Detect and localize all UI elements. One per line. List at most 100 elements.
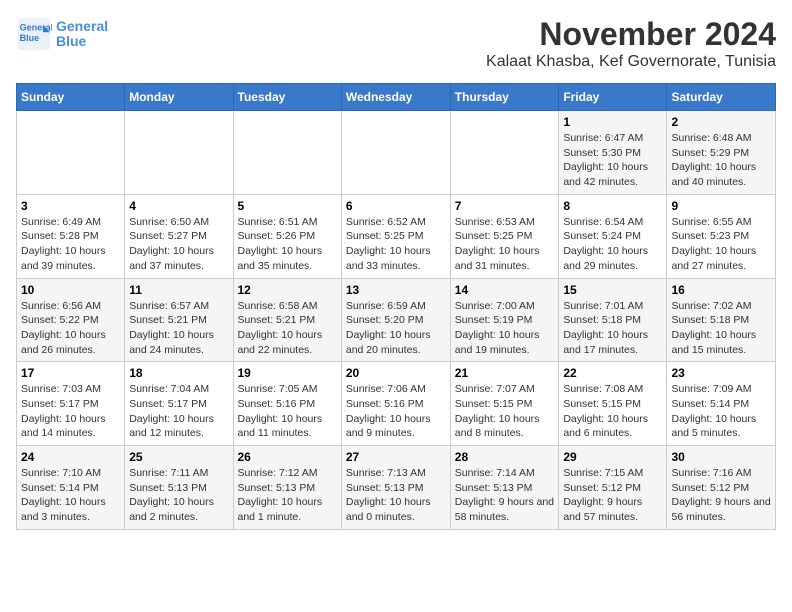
day-number: 3 — [21, 199, 120, 213]
calendar-cell: 2 Sunrise: 6:48 AM Sunset: 5:29 PM Daylig… — [667, 111, 776, 195]
day-info: Sunrise: 7:09 AM Sunset: 5:14 PM Dayligh… — [671, 382, 771, 441]
weekday-header-row: SundayMondayTuesdayWednesdayThursdayFrid… — [17, 84, 776, 111]
day-info: Sunrise: 7:01 AM Sunset: 5:18 PM Dayligh… — [563, 299, 662, 358]
day-info: Sunrise: 7:16 AM Sunset: 5:12 PM Dayligh… — [671, 466, 771, 525]
calendar-cell: 7 Sunrise: 6:53 AM Sunset: 5:25 PM Daylig… — [450, 194, 559, 278]
day-info: Sunrise: 6:47 AM Sunset: 5:30 PM Dayligh… — [563, 131, 662, 190]
calendar-cell: 12 Sunrise: 6:58 AM Sunset: 5:21 PM Dayli… — [233, 278, 341, 362]
calendar-cell: 14 Sunrise: 7:00 AM Sunset: 5:19 PM Dayli… — [450, 278, 559, 362]
day-number: 4 — [129, 199, 228, 213]
svg-text:Blue: Blue — [20, 33, 40, 43]
location-title: Kalaat Khasba, Kef Governorate, Tunisia — [486, 53, 776, 71]
calendar-cell: 6 Sunrise: 6:52 AM Sunset: 5:25 PM Daylig… — [341, 194, 450, 278]
day-info: Sunrise: 6:52 AM Sunset: 5:25 PM Dayligh… — [346, 215, 446, 274]
day-number: 9 — [671, 199, 771, 213]
day-info: Sunrise: 7:07 AM Sunset: 5:15 PM Dayligh… — [455, 382, 555, 441]
logo-text: General Blue — [56, 19, 108, 50]
weekday-header-friday: Friday — [559, 84, 667, 111]
day-number: 22 — [563, 366, 662, 380]
calendar-cell — [17, 111, 125, 195]
day-number: 24 — [21, 450, 120, 464]
calendar-cell: 30 Sunrise: 7:16 AM Sunset: 5:12 PM Dayli… — [667, 446, 776, 530]
calendar-cell: 1Sunrise: 6:47 AM Sunset: 5:30 PM Daylig… — [559, 111, 667, 195]
calendar-cell: 3 Sunrise: 6:49 AM Sunset: 5:28 PM Daylig… — [17, 194, 125, 278]
weekday-header-sunday: Sunday — [17, 84, 125, 111]
day-number: 17 — [21, 366, 120, 380]
header: General Blue General Blue November 2024 … — [16, 16, 776, 71]
weekday-header-tuesday: Tuesday — [233, 84, 341, 111]
day-info: Sunrise: 7:14 AM Sunset: 5:13 PM Dayligh… — [455, 466, 555, 525]
weekday-header-wednesday: Wednesday — [341, 84, 450, 111]
calendar-cell: 24 Sunrise: 7:10 AM Sunset: 5:14 PM Dayli… — [17, 446, 125, 530]
day-info: Sunrise: 6:58 AM Sunset: 5:21 PM Dayligh… — [238, 299, 337, 358]
day-info: Sunrise: 6:53 AM Sunset: 5:25 PM Dayligh… — [455, 215, 555, 274]
calendar-cell: 13Sunrise: 6:59 AM Sunset: 5:20 PM Dayli… — [341, 278, 450, 362]
title-area: November 2024 Kalaat Khasba, Kef Governo… — [486, 16, 776, 71]
day-number: 23 — [671, 366, 771, 380]
calendar-cell: 4 Sunrise: 6:50 AM Sunset: 5:27 PM Daylig… — [125, 194, 233, 278]
day-number: 2 — [671, 115, 771, 129]
day-number: 10 — [21, 283, 120, 297]
week-row-3: 10 Sunrise: 6:56 AM Sunset: 5:22 PM Dayli… — [17, 278, 776, 362]
day-number: 5 — [238, 199, 337, 213]
day-info: Sunrise: 7:06 AM Sunset: 5:16 PM Dayligh… — [346, 382, 446, 441]
day-number: 16 — [671, 283, 771, 297]
week-row-2: 3 Sunrise: 6:49 AM Sunset: 5:28 PM Daylig… — [17, 194, 776, 278]
day-number: 7 — [455, 199, 555, 213]
logo-icon: General Blue — [16, 16, 52, 52]
calendar-cell: 26Sunrise: 7:12 AM Sunset: 5:13 PM Dayli… — [233, 446, 341, 530]
calendar-cell: 28Sunrise: 7:14 AM Sunset: 5:13 PM Dayli… — [450, 446, 559, 530]
day-number: 26 — [238, 450, 337, 464]
logo: General Blue General Blue — [16, 16, 108, 52]
calendar-cell: 21 Sunrise: 7:07 AM Sunset: 5:15 PM Dayli… — [450, 362, 559, 446]
calendar-cell: 9 Sunrise: 6:55 AM Sunset: 5:23 PM Daylig… — [667, 194, 776, 278]
calendar-cell: 23 Sunrise: 7:09 AM Sunset: 5:14 PM Dayli… — [667, 362, 776, 446]
day-number: 15 — [563, 283, 662, 297]
weekday-header-thursday: Thursday — [450, 84, 559, 111]
day-info: Sunrise: 7:05 AM Sunset: 5:16 PM Dayligh… — [238, 382, 337, 441]
day-number: 12 — [238, 283, 337, 297]
calendar-cell: 27 Sunrise: 7:13 AM Sunset: 5:13 PM Dayli… — [341, 446, 450, 530]
day-info: Sunrise: 6:57 AM Sunset: 5:21 PM Dayligh… — [129, 299, 228, 358]
day-number: 11 — [129, 283, 228, 297]
day-number: 20 — [346, 366, 446, 380]
calendar-cell: 17Sunrise: 7:03 AM Sunset: 5:17 PM Dayli… — [17, 362, 125, 446]
calendar-cell: 22Sunrise: 7:08 AM Sunset: 5:15 PM Dayli… — [559, 362, 667, 446]
day-info: Sunrise: 6:49 AM Sunset: 5:28 PM Dayligh… — [21, 215, 120, 274]
calendar-cell: 15 Sunrise: 7:01 AM Sunset: 5:18 PM Dayli… — [559, 278, 667, 362]
day-number: 8 — [563, 199, 662, 213]
day-number: 27 — [346, 450, 446, 464]
calendar-cell: 20 Sunrise: 7:06 AM Sunset: 5:16 PM Dayli… — [341, 362, 450, 446]
day-number: 6 — [346, 199, 446, 213]
weekday-header-monday: Monday — [125, 84, 233, 111]
day-number: 25 — [129, 450, 228, 464]
day-info: Sunrise: 7:02 AM Sunset: 5:18 PM Dayligh… — [671, 299, 771, 358]
day-info: Sunrise: 6:50 AM Sunset: 5:27 PM Dayligh… — [129, 215, 228, 274]
calendar-table: SundayMondayTuesdayWednesdayThursdayFrid… — [16, 83, 776, 530]
calendar-cell: 25Sunrise: 7:11 AM Sunset: 5:13 PM Dayli… — [125, 446, 233, 530]
weekday-header-saturday: Saturday — [667, 84, 776, 111]
calendar-cell — [233, 111, 341, 195]
calendar-cell: 8 Sunrise: 6:54 AM Sunset: 5:24 PM Daylig… — [559, 194, 667, 278]
day-number: 21 — [455, 366, 555, 380]
day-info: Sunrise: 7:10 AM Sunset: 5:14 PM Dayligh… — [21, 466, 120, 525]
day-number: 14 — [455, 283, 555, 297]
day-info: Sunrise: 6:55 AM Sunset: 5:23 PM Dayligh… — [671, 215, 771, 274]
day-info: Sunrise: 6:56 AM Sunset: 5:22 PM Dayligh… — [21, 299, 120, 358]
day-info: Sunrise: 6:48 AM Sunset: 5:29 PM Dayligh… — [671, 131, 771, 190]
day-info: Sunrise: 6:51 AM Sunset: 5:26 PM Dayligh… — [238, 215, 337, 274]
calendar-cell: 19Sunrise: 7:05 AM Sunset: 5:16 PM Dayli… — [233, 362, 341, 446]
week-row-1: 1Sunrise: 6:47 AM Sunset: 5:30 PM Daylig… — [17, 111, 776, 195]
day-number: 29 — [563, 450, 662, 464]
day-number: 13 — [346, 283, 446, 297]
calendar-cell: 10 Sunrise: 6:56 AM Sunset: 5:22 PM Dayli… — [17, 278, 125, 362]
month-title: November 2024 — [486, 16, 776, 53]
calendar-cell: 5 Sunrise: 6:51 AM Sunset: 5:26 PM Daylig… — [233, 194, 341, 278]
calendar-cell: 11 Sunrise: 6:57 AM Sunset: 5:21 PM Dayli… — [125, 278, 233, 362]
day-info: Sunrise: 6:54 AM Sunset: 5:24 PM Dayligh… — [563, 215, 662, 274]
day-info: Sunrise: 7:13 AM Sunset: 5:13 PM Dayligh… — [346, 466, 446, 525]
day-number: 30 — [671, 450, 771, 464]
day-info: Sunrise: 7:00 AM Sunset: 5:19 PM Dayligh… — [455, 299, 555, 358]
day-info: Sunrise: 7:04 AM Sunset: 5:17 PM Dayligh… — [129, 382, 228, 441]
day-info: Sunrise: 7:15 AM Sunset: 5:12 PM Dayligh… — [563, 466, 662, 525]
